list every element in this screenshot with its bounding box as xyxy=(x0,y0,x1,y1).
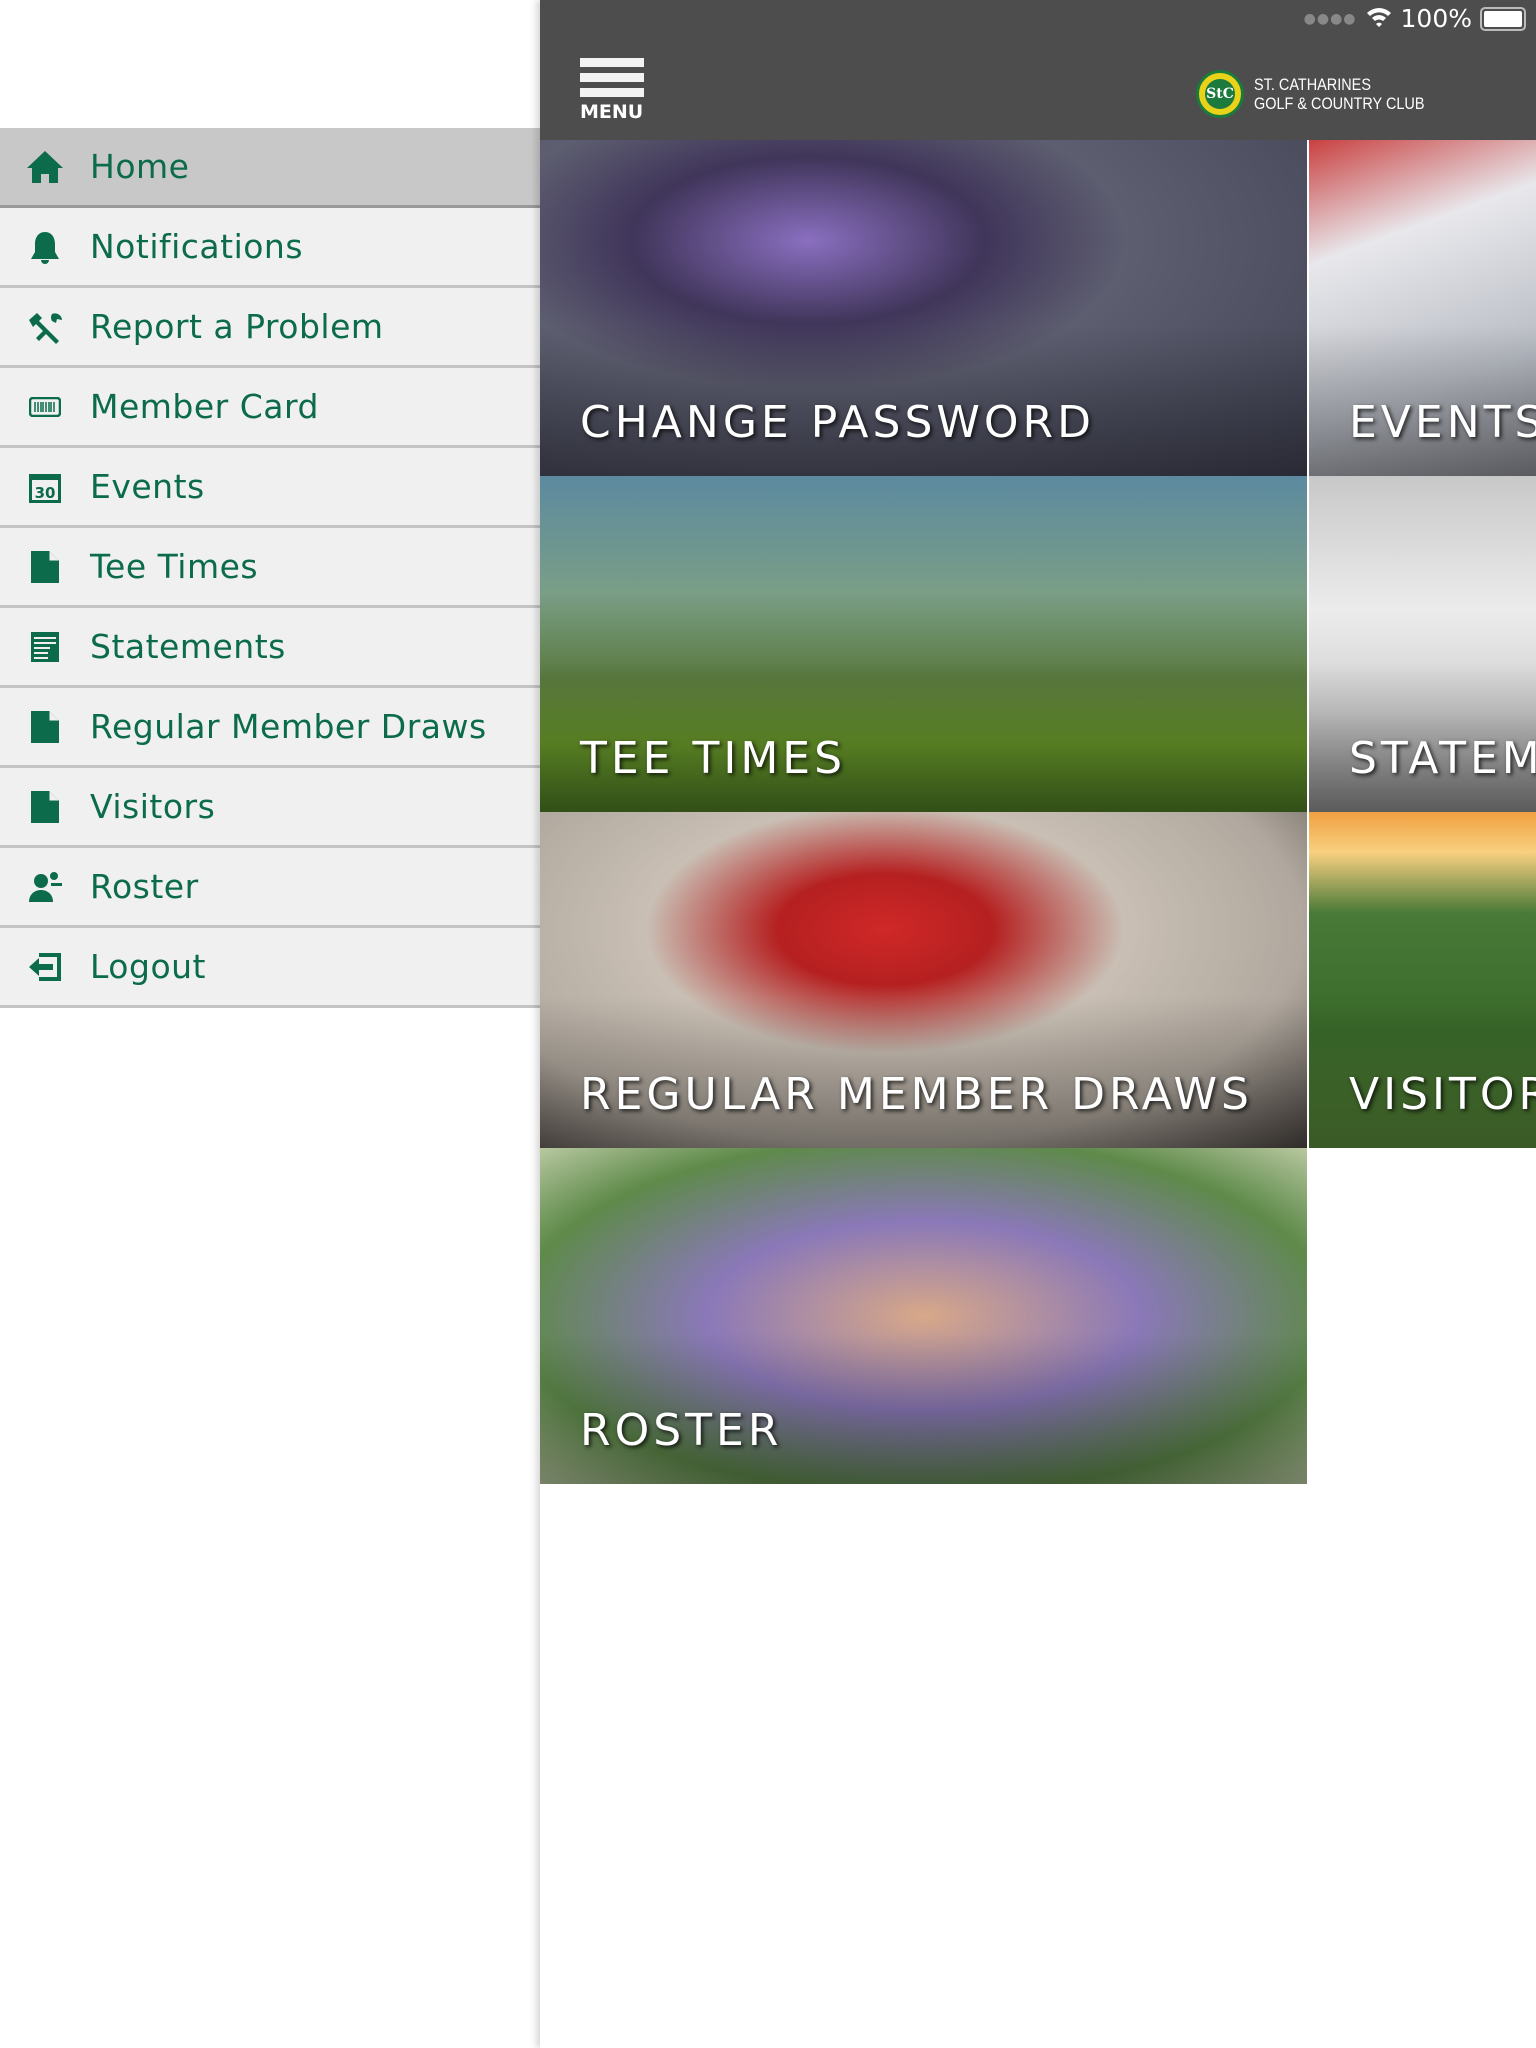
tile-label: TEE TIMES xyxy=(580,733,847,784)
tile-events[interactable]: EVENTS xyxy=(1309,140,1536,476)
club-seal-icon: StC xyxy=(1196,70,1244,118)
tools-icon xyxy=(0,310,90,344)
tile-change-password[interactable]: CHANGE PASSWORD xyxy=(540,140,1307,476)
status-bar: ●●●● 100% xyxy=(1304,4,1526,33)
logo-text-line1: ST. CATHARINES xyxy=(1254,75,1371,94)
document-icon xyxy=(0,550,90,584)
wifi-icon xyxy=(1365,4,1393,33)
menu-label: MENU xyxy=(580,101,644,123)
sidebar-item-report-a-problem[interactable]: Report a Problem xyxy=(0,288,540,368)
tile-tee-times[interactable]: TEE TIMES xyxy=(540,476,1307,812)
sidebar-item-notifications[interactable]: Notifications xyxy=(0,208,540,288)
barcode-card-icon xyxy=(0,396,90,417)
signal-icon: ●●●● xyxy=(1303,10,1357,27)
sidebar-item-regular-member-draws[interactable]: Regular Member Draws xyxy=(0,688,540,768)
sidebar-item-label: Roster xyxy=(90,867,199,906)
tile-statements[interactable]: STATEMENTS xyxy=(1309,476,1536,812)
sidebar-item-label: Member Card xyxy=(90,387,319,426)
sidebar-item-visitors[interactable]: Visitors xyxy=(0,768,540,848)
menu-button[interactable]: MENU xyxy=(580,58,644,123)
sidebar-item-tee-times[interactable]: Tee Times xyxy=(0,528,540,608)
club-logo: StC ST. CATHARINES GOLF & COUNTRY CLUB xyxy=(1196,70,1455,118)
tile-roster[interactable]: ROSTER xyxy=(540,1148,1307,1484)
sidebar-item-label: Report a Problem xyxy=(90,307,384,346)
document-icon xyxy=(0,790,90,824)
sidebar-item-label: Regular Member Draws xyxy=(90,707,487,746)
sidebar-item-label: Home xyxy=(90,147,190,186)
sidebar-item-roster[interactable]: Roster xyxy=(0,848,540,928)
sidebar-item-label: Logout xyxy=(90,947,206,986)
top-bar: ●●●● 100% MENU StC ST. CATHARINES GOLF & … xyxy=(540,0,1536,140)
tile-label: CHANGE PASSWORD xyxy=(580,397,1095,448)
sidebar-item-label: Events xyxy=(90,467,205,506)
logo-text-line2: GOLF & COUNTRY CLUB xyxy=(1254,94,1425,113)
home-icon xyxy=(0,150,90,184)
tile-label: VISITORS xyxy=(1349,1069,1536,1120)
tile-label: STATEMENTS xyxy=(1349,733,1536,784)
document-icon xyxy=(0,710,90,744)
svg-text:30: 30 xyxy=(35,484,56,502)
sidebar-item-label: Tee Times xyxy=(90,547,259,586)
sidebar-item-logout[interactable]: Logout xyxy=(0,928,540,1008)
tile-label: ROSTER xyxy=(580,1405,783,1456)
statement-icon xyxy=(0,630,90,664)
person-icon xyxy=(0,870,90,904)
sidebar-item-label: Statements xyxy=(90,627,286,666)
sidebar-item-label: Notifications xyxy=(90,227,304,266)
battery-icon xyxy=(1480,6,1526,31)
nav-list: Home Notifications Report a Problem Memb… xyxy=(0,128,540,1008)
tile-visitors[interactable]: VISITORS xyxy=(1309,812,1536,1148)
sidebar-item-label: Visitors xyxy=(90,787,216,826)
sidebar-item-statements[interactable]: Statements xyxy=(0,608,540,688)
battery-percent: 100% xyxy=(1400,4,1472,33)
sidebar-item-member-card[interactable]: Member Card xyxy=(0,368,540,448)
logout-icon xyxy=(0,950,90,984)
main-content: ●●●● 100% MENU StC ST. CATHARINES GOLF & … xyxy=(540,0,1536,2048)
sidebar-item-events[interactable]: 30 Events xyxy=(0,448,540,528)
sidebar-item-home[interactable]: Home xyxy=(0,128,540,208)
bell-icon xyxy=(0,230,90,264)
tile-label: REGULAR MEMBER DRAWS xyxy=(580,1069,1253,1120)
side-menu: Home Notifications Report a Problem Memb… xyxy=(0,0,540,2048)
tile-label: EVENTS xyxy=(1349,397,1536,448)
calendar-icon: 30 xyxy=(0,470,90,504)
tile-regular-member-draws[interactable]: REGULAR MEMBER DRAWS xyxy=(540,812,1307,1148)
